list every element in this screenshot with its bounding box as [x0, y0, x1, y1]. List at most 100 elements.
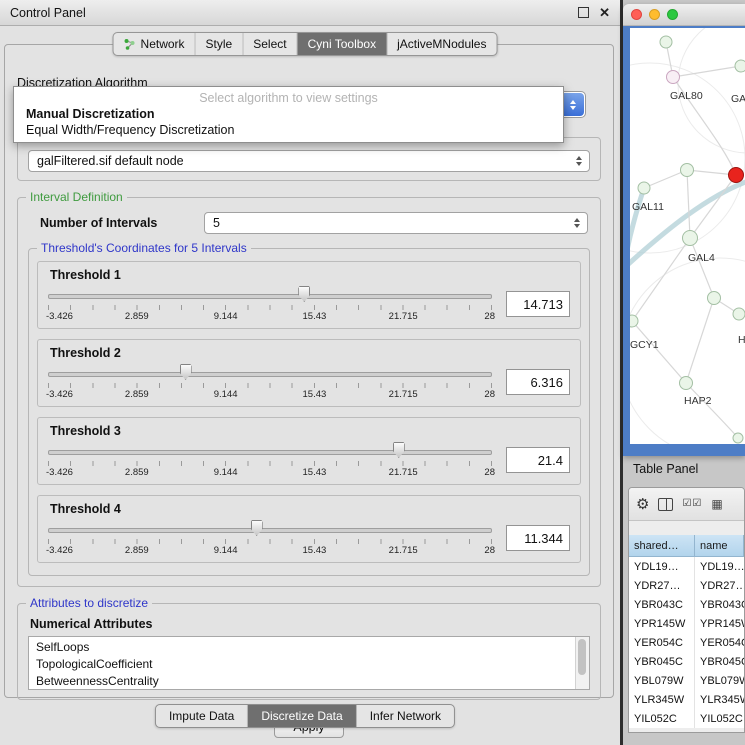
table-row[interactable]: YBR043C YBR043C [629, 595, 744, 614]
table-row[interactable]: YER054C YER054C [629, 633, 744, 652]
table-cell[interactable]: YPR145W [629, 614, 695, 633]
close-traffic-button[interactable] [631, 9, 642, 20]
close-icon[interactable]: ✕ [599, 6, 610, 19]
table-cell[interactable]: YBL079W [629, 671, 695, 690]
slider-track[interactable] [48, 294, 492, 299]
algorithm-option-equal-width[interactable]: Equal Width/Frequency Discretization [14, 122, 563, 138]
table-row[interactable]: YLR345W YLR345W [629, 690, 744, 709]
network-node-gal11[interactable] [638, 182, 650, 194]
tab-discretize-data[interactable]: Discretize Data [248, 705, 356, 727]
threshold-3-box: Threshold 3 -3.426 2.859 9.144 [37, 417, 581, 485]
numerical-attributes-label: Numerical Attributes [30, 617, 600, 631]
numerical-attributes-list[interactable]: SelfLoops TopologicalCoefficient Between… [28, 636, 590, 690]
threshold-4-slider[interactable]: -3.426 2.859 9.144 15.43 21.715 28 [48, 518, 492, 558]
split-pane-icon[interactable] [658, 498, 673, 511]
network-node-hap2[interactable] [680, 377, 693, 390]
network-window-titlebar[interactable] [623, 4, 745, 26]
table-cell[interactable]: YLR345W [695, 690, 744, 709]
threshold-4-value-field[interactable]: 11.344 [506, 525, 570, 551]
interval-definition-group-label: Interval Definition [26, 190, 127, 204]
scale-label: 28 [484, 467, 495, 478]
table-cell[interactable]: YDL19… [629, 557, 695, 576]
scale-label: 15.43 [303, 311, 327, 322]
threshold-2-slider-handle[interactable] [180, 364, 192, 380]
control-panel-window: Control Panel ✕ Network Style [0, 0, 620, 745]
table-cell[interactable]: YIL052C [629, 709, 695, 728]
column-header-shared-name[interactable]: shared… [629, 535, 695, 557]
threshold-3-slider-handle[interactable] [393, 442, 405, 458]
network-node[interactable] [660, 36, 672, 48]
column-header-name[interactable]: name [695, 535, 744, 557]
slider-track[interactable] [48, 528, 492, 533]
threshold-2-value-field[interactable]: 6.316 [506, 369, 570, 395]
table-cell[interactable]: YIL052C [695, 709, 744, 728]
control-panel-titlebar[interactable]: Control Panel ✕ [0, 0, 620, 26]
threshold-1-slider-handle[interactable] [298, 286, 310, 302]
network-node-selected[interactable] [729, 168, 744, 183]
network-node-gal80[interactable] [667, 71, 680, 84]
table-cell[interactable]: YDR27… [695, 576, 744, 595]
tab-infer-network[interactable]: Infer Network [357, 705, 454, 727]
threshold-3-value-field[interactable]: 21.4 [506, 447, 570, 473]
table-cell[interactable]: YDR27… [629, 576, 695, 595]
tab-jactivemnodules[interactable]: jActiveMNodules [387, 33, 496, 55]
threshold-1-box: Threshold 1 -3.426 2.859 9.144 [37, 261, 581, 329]
table-row[interactable]: YBL079W YBL079W [629, 671, 744, 690]
table-cell[interactable]: YBR043C [629, 595, 695, 614]
threshold-1-value-field[interactable]: 14.713 [506, 291, 570, 317]
top-tabbar: Network Style Select Cyni Toolbox jActiv… [113, 32, 498, 56]
network-node-gal4[interactable] [683, 231, 698, 246]
table-cell[interactable]: YBL079W [695, 671, 744, 690]
table-cell[interactable]: YER054C [695, 633, 744, 652]
table-row[interactable]: YBR045C YBR045C [629, 652, 744, 671]
zoom-traffic-button[interactable] [667, 9, 678, 20]
table-cell[interactable]: YDL19… [695, 557, 744, 576]
threshold-2-box: Threshold 2 -3.426 2.859 9.144 [37, 339, 581, 407]
table-grid-icon[interactable]: ▦ [711, 498, 722, 510]
algorithm-option-manual[interactable]: Manual Discretization [14, 106, 563, 122]
threshold-2-slider[interactable]: -3.426 2.859 9.144 15.43 21.715 28 [48, 362, 492, 402]
slider-track[interactable] [48, 450, 492, 455]
table-cell[interactable]: YBR045C [629, 652, 695, 671]
table-row[interactable]: YIL052C YIL052C [629, 709, 744, 728]
scrollbar-thumb[interactable] [578, 639, 586, 675]
table-cell[interactable]: YLR345W [629, 690, 695, 709]
minimize-traffic-button[interactable] [649, 9, 660, 20]
table-row[interactable]: YDR27… YDR27… [629, 576, 744, 595]
table-cell[interactable]: YBR045C [695, 652, 744, 671]
attribute-item[interactable]: SelfLoops [36, 639, 573, 656]
window-title: Control Panel [10, 6, 86, 20]
slider-scale: -3.426 2.859 9.144 15.43 21.715 28 [48, 389, 492, 401]
table-cell[interactable]: YBR043C [695, 595, 744, 614]
tab-select[interactable]: Select [243, 33, 297, 55]
network-canvas[interactable]: GAL80 GA GAL11 GAL4 GCY1 H HAP2 [623, 26, 745, 456]
table-cell[interactable]: YER054C [629, 633, 695, 652]
table-cell[interactable]: YPR145W [695, 614, 744, 633]
threshold-3-slider[interactable]: -3.426 2.859 9.144 15.43 21.715 28 [48, 440, 492, 480]
network-node[interactable] [708, 292, 721, 305]
network-node[interactable] [733, 433, 743, 443]
threshold-4-slider-handle[interactable] [251, 520, 263, 536]
scale-label: 15.43 [303, 389, 327, 400]
list-scrollbar[interactable] [575, 637, 589, 689]
network-node[interactable] [733, 308, 745, 320]
combobox-stepper-cap[interactable] [562, 93, 584, 116]
attribute-item[interactable]: BetweennessCentrality [36, 673, 573, 690]
tab-network[interactable]: Network [114, 33, 196, 55]
tab-style[interactable]: Style [196, 33, 244, 55]
float-window-icon[interactable] [578, 7, 589, 18]
tab-cyni-toolbox[interactable]: Cyni Toolbox [298, 33, 387, 55]
gear-icon[interactable]: ⚙ [636, 497, 649, 512]
attribute-item[interactable]: TopologicalCoefficient [36, 656, 573, 673]
network-node[interactable] [735, 60, 745, 72]
threshold-1-slider[interactable]: -3.426 2.859 9.144 15.43 21.715 28 [48, 284, 492, 324]
network-node-gcy1[interactable] [630, 315, 638, 327]
table-row[interactable]: YPR145W YPR145W [629, 614, 744, 633]
table-row[interactable]: YDL19… YDL19… [629, 557, 744, 576]
number-of-intervals-combobox[interactable]: 5 [204, 212, 588, 234]
table-data-combobox[interactable]: galFiltered.sif default node [28, 150, 590, 172]
slider-track[interactable] [48, 372, 492, 377]
network-node[interactable] [681, 164, 694, 177]
tab-impute-data[interactable]: Impute Data [156, 705, 248, 727]
select-columns-icon[interactable]: ☑☑ [682, 499, 702, 509]
